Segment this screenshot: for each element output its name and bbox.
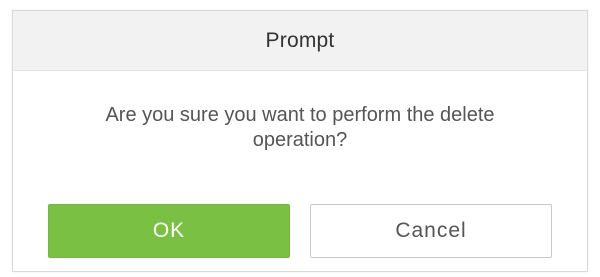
dialog-message-line-1: Are you sure you want to perform the del… — [105, 104, 495, 126]
dialog-title: Prompt — [265, 28, 335, 52]
ok-button-label: OK — [152, 219, 186, 242]
ok-button[interactable]: OK — [48, 204, 290, 258]
dialog-header: Prompt — [13, 11, 587, 71]
dialog-body: Are you sure you want to perform the del… — [13, 103, 587, 153]
dialog-buttons: OK Cancel — [13, 204, 587, 258]
dialog-message: Are you sure you want to perform the del… — [105, 103, 494, 153]
cancel-button[interactable]: Cancel — [310, 204, 552, 258]
dialog-message-line-2: operation? — [252, 129, 348, 151]
cancel-button-label: Cancel — [395, 219, 467, 242]
confirm-dialog: Prompt Are you sure you want to perform … — [12, 10, 588, 272]
